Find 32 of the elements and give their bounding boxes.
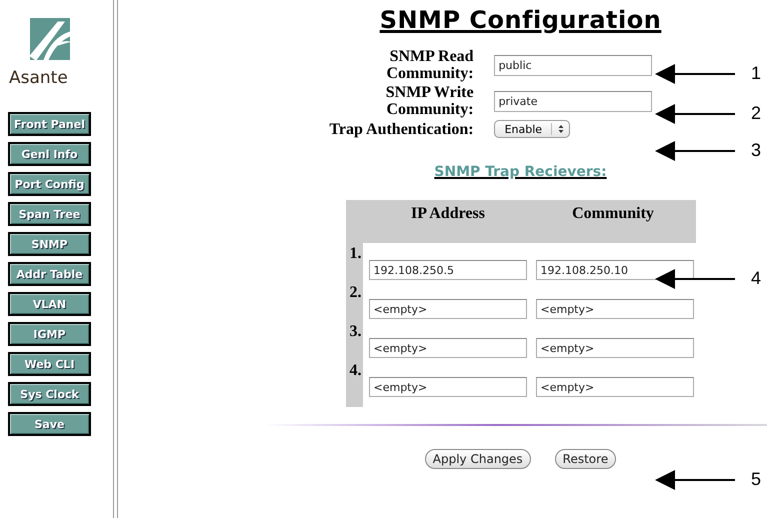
community-field[interactable]: 192.108.250.10 xyxy=(536,260,694,280)
text-field[interactable]: public xyxy=(494,54,652,76)
section-title: SNMP Trap Recievers: xyxy=(434,164,607,180)
column-header: IP Address xyxy=(410,204,486,224)
ip-address-field[interactable]: 192.108.250.5 xyxy=(368,260,526,280)
stepper-icon xyxy=(550,123,565,135)
row-number: 3. xyxy=(350,323,362,341)
field-label: SNMP Write Community: xyxy=(384,84,474,118)
ip-address-field[interactable]: <empty> xyxy=(368,377,526,397)
callout-number: 1 xyxy=(751,63,762,84)
text-field[interactable]: private xyxy=(494,90,652,112)
logo-icon xyxy=(30,18,70,60)
action-button[interactable]: Apply Changes xyxy=(424,449,531,469)
column-header: Community xyxy=(571,204,655,224)
row-number: 4. xyxy=(350,362,362,380)
ip-address-field[interactable]: <empty> xyxy=(368,299,526,319)
field-label: SNMP Read Community: xyxy=(385,48,474,82)
community-field[interactable]: <empty> xyxy=(536,338,694,358)
community-field[interactable]: <empty> xyxy=(536,377,694,397)
callout-number: 2 xyxy=(751,103,762,124)
trap-authentication-dropdown[interactable]: Enable xyxy=(494,120,570,138)
row-number: 2. xyxy=(350,284,362,302)
community-field[interactable]: <empty> xyxy=(536,299,694,319)
action-button[interactable]: Restore xyxy=(554,449,616,469)
callout-number: 5 xyxy=(751,469,762,490)
callout-number: 4 xyxy=(751,268,762,289)
row-number: 1. xyxy=(350,245,362,263)
callout-number: 3 xyxy=(751,140,762,161)
page-title: SNMP Configuration xyxy=(380,6,662,34)
brand-name: Asante xyxy=(9,68,68,88)
field-label: Trap Authentication: xyxy=(329,120,474,138)
ip-address-field[interactable]: <empty> xyxy=(368,338,526,358)
